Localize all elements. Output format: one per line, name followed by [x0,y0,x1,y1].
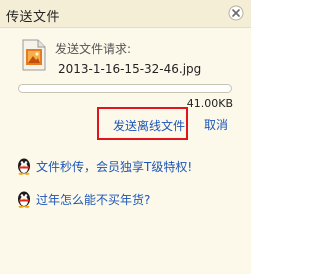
close-icon[interactable] [228,5,244,21]
send-offline-file-label: 发送离线文件 [113,119,186,133]
promo-text: 过年怎么能不买年货? [36,193,151,207]
title-bar: 传送文件 [0,0,251,28]
qq-penguin-icon [18,191,30,208]
file-name: 2013-1-16-15-32-46.jpg [58,62,202,76]
promo-text: 文件秒传，会员独享T级特权! [36,160,193,174]
image-file-icon [22,39,46,71]
qq-penguin-icon [18,158,30,175]
send-offline-file-button[interactable]: 发送离线文件 [97,107,188,140]
panel-title: 传送文件 [6,10,61,25]
progress-bar [18,84,232,93]
file-size: 41.00KB [186,97,233,110]
cancel-link[interactable]: 取消 [204,116,228,133]
request-label: 发送文件请求: [55,42,132,56]
file-transfer-panel: 传送文件 发送文件请求: 2013-1-16-15-32-46.jpg 41.0… [0,0,251,274]
